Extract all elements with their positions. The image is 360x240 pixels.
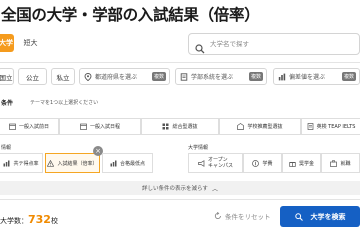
result-count: 大学数：732校	[0, 208, 58, 227]
exam-option-label: 一般入試日程	[89, 124, 120, 130]
tile-minimum-pass-score[interactable]: 合格最低点	[102, 153, 153, 173]
megaphone-icon	[198, 159, 205, 167]
tile-admission-results[interactable]: 入試結果（倍率）	[45, 153, 100, 173]
calendar-icon	[80, 123, 87, 130]
tile-label: 合格最低点	[119, 160, 145, 167]
university-search-box[interactable]	[188, 33, 360, 55]
exam-option-general-prev[interactable]: 一般入試前日	[0, 118, 59, 135]
divider	[0, 62, 360, 63]
exam-option-label: 学校推薦型選抜	[247, 124, 283, 130]
calendar-icon	[9, 123, 16, 130]
search-universities-button[interactable]: 大学を検索	[280, 206, 360, 227]
reset-icon	[214, 211, 222, 220]
page-title: 全国の大学・学部の入試結果（倍率）	[1, 6, 260, 24]
show-fewer-label: 詳しい条件の表示を減らす	[142, 186, 208, 192]
location-pin-icon	[84, 72, 92, 81]
tile-employment[interactable]: 就職	[321, 153, 360, 173]
show-fewer-conditions-link[interactable]: 詳しい条件の表示を減らす ︿	[0, 181, 360, 195]
tab-university[interactable]: 大学	[0, 34, 14, 52]
school-icon	[237, 123, 245, 130]
coin-icon	[252, 159, 260, 167]
exam-option-english[interactable]: 英検 TEAP IELTS	[301, 118, 360, 135]
exam-option-label: 一般入試前日	[18, 124, 49, 130]
multi-select-badge: 複数	[341, 72, 356, 81]
warning-icon	[47, 159, 55, 167]
deviation-select-label: 偏差値を選ぶ	[289, 74, 326, 81]
tab-junior-college[interactable]: 短大	[18, 34, 43, 52]
search-icon	[195, 39, 205, 54]
chart-icon	[278, 73, 286, 81]
document-icon	[307, 123, 314, 130]
count-value: 732	[28, 213, 51, 226]
deviation-select[interactable]: 偏差値を選ぶ 複数	[273, 68, 360, 85]
exam-option-general-schedule[interactable]: 一般入試日程	[59, 118, 141, 135]
count-unit: 校	[50, 217, 58, 225]
document-icon	[180, 72, 188, 81]
tile-label: 共テ得点率	[13, 160, 39, 167]
tile-label: 奨学金	[298, 160, 314, 167]
tile-scholarship[interactable]: 奨学金	[282, 153, 321, 173]
section-label-university-info: 大学情報	[188, 145, 209, 151]
faculty-select-label: 学部系統を選ぶ	[191, 74, 234, 81]
conditions-note: テーマを1つ以上選択ください	[30, 100, 99, 106]
prefecture-select[interactable]: 都道府県を選ぶ 複数	[79, 68, 170, 85]
gift-icon	[289, 160, 296, 167]
chart-icon	[3, 160, 10, 167]
section-label-info: 情報	[1, 145, 12, 151]
tile-common-test-score[interactable]: 共テ得点率	[0, 153, 43, 173]
count-label: 大学数：	[0, 217, 28, 225]
grid-icon	[162, 123, 169, 130]
tile-tuition[interactable]: 学費	[243, 153, 282, 173]
reset-label: 条件をリセット	[225, 213, 271, 221]
filter-national[interactable]: 国立	[0, 68, 14, 85]
search-icon	[294, 212, 303, 221]
chart-icon	[110, 160, 117, 167]
chevron-up-icon: ︿	[211, 185, 218, 193]
search-button-label: 大学を検索	[310, 212, 346, 221]
briefcase-icon	[330, 159, 338, 167]
tile-label-line2: キャンパス	[207, 163, 233, 169]
faculty-select[interactable]: 学部系統を選ぶ 複数	[175, 68, 267, 85]
filter-public[interactable]: 公立	[18, 68, 47, 85]
multi-select-badge: 複数	[248, 72, 263, 81]
tile-label: 入試結果（倍率）	[57, 160, 98, 167]
reset-conditions-button[interactable]: 条件をリセット	[214, 211, 271, 221]
tile-open-campus[interactable]: オープン キャンパス	[188, 153, 243, 173]
conditions-title: 条件	[1, 100, 14, 107]
multi-select-badge: 複数	[151, 72, 166, 81]
university-search-input[interactable]	[210, 40, 350, 48]
exam-option-label: 総合型選抜	[172, 124, 198, 130]
prefecture-select-label: 都道府県を選ぶ	[95, 74, 138, 81]
tile-label: オープン キャンパス	[208, 157, 233, 169]
divider	[0, 199, 360, 200]
filter-private[interactable]: 私立	[51, 68, 75, 85]
exam-option-comprehensive[interactable]: 総合型選抜	[141, 118, 219, 135]
exam-option-school-recommendation[interactable]: 学校推薦型選抜	[219, 118, 301, 135]
tile-label: 学費	[262, 160, 273, 167]
exam-option-label: 英検 TEAP IELTS	[316, 124, 356, 130]
tile-label: 就職	[340, 160, 351, 167]
